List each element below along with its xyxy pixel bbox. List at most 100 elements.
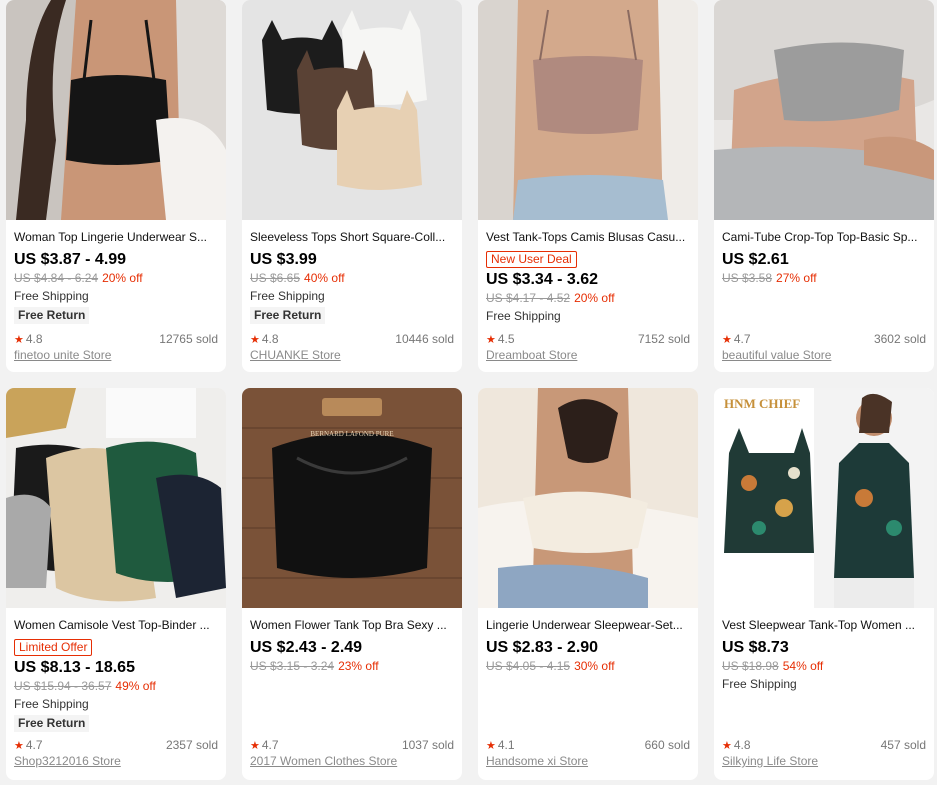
product-card[interactable]: Lingerie Underwear Sleepwear-Set... US $… <box>478 388 698 780</box>
store-link[interactable]: Silkying Life Store <box>722 754 818 768</box>
product-image[interactable] <box>6 0 226 220</box>
rating-value: 4.5 <box>497 332 515 346</box>
rating-value: 4.1 <box>497 738 515 752</box>
shipping-label: Free Shipping <box>14 289 89 303</box>
free-return-badge: Free Return <box>250 307 326 324</box>
rating-value: 4.8 <box>261 332 279 346</box>
product-card[interactable]: Vest Tank-Tops Camis Blusas Casu... New … <box>478 0 698 372</box>
original-price: US $4.84 - 6.24 <box>14 271 99 285</box>
product-card[interactable]: Sleeveless Tops Short Square-Coll... US … <box>242 0 462 372</box>
product-image[interactable] <box>478 0 698 220</box>
star-icon: ★ <box>486 740 496 752</box>
shipping-label: Free Shipping <box>722 677 797 691</box>
discount-label: 40% off <box>304 271 345 285</box>
shipping-label: Free Shipping <box>250 289 325 303</box>
product-price: US $2.43 - 2.49 <box>250 639 363 656</box>
product-price: US $8.73 <box>722 639 789 656</box>
star-icon: ★ <box>486 334 496 346</box>
store-link[interactable]: 2017 Women Clothes Store <box>250 754 397 768</box>
product-price: US $3.99 <box>250 251 317 268</box>
rating-row: ★ 4.8 10446 sold <box>250 332 454 346</box>
store-link[interactable]: CHUANKE Store <box>250 348 341 362</box>
rating-row: ★ 4.7 3602 sold <box>722 332 926 346</box>
store-link[interactable]: Shop3212016 Store <box>14 754 121 768</box>
rating-row: ★ 4.7 2357 sold <box>14 738 218 752</box>
sold-count: 660 sold <box>644 738 690 752</box>
product-title[interactable]: Vest Sleepwear Tank-Top Women ... <box>722 617 926 633</box>
discount-label: 20% off <box>102 271 143 285</box>
discount-label: 54% off <box>782 659 824 673</box>
product-image[interactable] <box>478 388 698 608</box>
product-image[interactable] <box>242 0 462 220</box>
product-image[interactable] <box>6 388 226 608</box>
star-icon: ★ <box>250 334 260 346</box>
original-price-row: US $4.84 - 6.24 20% off <box>14 270 218 287</box>
discount-label: 27% off <box>776 271 817 285</box>
discount-label: 23% off <box>338 659 379 673</box>
sold-count: 7152 sold <box>637 332 690 346</box>
product-card[interactable]: Woman Top Lingerie Underwear S... US $3.… <box>6 0 226 372</box>
rating-row: ★ 4.1 660 sold <box>486 738 690 752</box>
rating-value: 4.7 <box>261 738 279 752</box>
rating-row: ★ 4.8 12765 sold <box>14 332 218 346</box>
product-price: US $8.13 - 18.65 <box>14 659 135 676</box>
product-card[interactable]: Women Camisole Vest Top-Binder ... Limit… <box>6 388 226 780</box>
sold-count: 457 sold <box>880 738 926 752</box>
product-title[interactable]: Cami-Tube Crop-Top Top-Basic Sp... <box>722 229 926 245</box>
sold-count: 1037 sold <box>401 738 454 752</box>
product-title[interactable]: Woman Top Lingerie Underwear S... <box>14 229 218 245</box>
star-icon: ★ <box>722 740 732 752</box>
product-title[interactable]: Women Camisole Vest Top-Binder ... <box>14 617 218 633</box>
sold-count: 3602 sold <box>873 332 926 346</box>
product-price: US $3.87 - 4.99 <box>14 251 127 268</box>
original-price: US $18.98 <box>722 659 779 673</box>
original-price-row: US $3.58 27% off <box>722 270 926 287</box>
product-image[interactable]: BERNARD LAFOND PURE <box>242 388 462 608</box>
store-link[interactable]: Dreamboat Store <box>486 348 577 362</box>
product-title[interactable]: Sleeveless Tops Short Square-Coll... <box>250 229 454 245</box>
sold-count: 10446 sold <box>395 332 454 346</box>
shipping-label: Free Shipping <box>486 309 561 323</box>
product-title[interactable]: Lingerie Underwear Sleepwear-Set... <box>486 617 690 633</box>
promo-tag: New User Deal <box>486 251 577 268</box>
brand-logo: HNM CHIEF <box>724 396 800 411</box>
rating-value: 4.7 <box>25 738 43 752</box>
product-card[interactable]: BERNARD LAFOND PURE Women Flower Tank To… <box>242 388 462 780</box>
star-icon: ★ <box>14 740 24 752</box>
store-link[interactable]: beautiful value Store <box>722 348 831 362</box>
rating-row: ★ 4.8 457 sold <box>722 738 926 752</box>
original-price-row: US $18.98 54% off <box>722 658 926 675</box>
product-price: US $2.83 - 2.90 <box>486 639 599 656</box>
store-link[interactable]: Handsome xi Store <box>486 754 588 768</box>
product-price: US $2.61 <box>722 251 789 268</box>
original-price: US $4.17 - 4.52 <box>486 291 571 305</box>
star-icon: ★ <box>250 740 260 752</box>
shipping-label: Free Shipping <box>14 697 89 711</box>
free-return-badge: Free Return <box>14 307 90 324</box>
rating-value: 4.8 <box>733 738 751 752</box>
discount-label: 30% off <box>574 659 615 673</box>
original-price-row: US $3.15 - 3.24 23% off <box>250 658 454 675</box>
product-title[interactable]: Vest Tank-Tops Camis Blusas Casu... <box>486 229 690 245</box>
original-price: US $4.05 - 4.15 <box>486 659 571 673</box>
rating-row: ★ 4.5 7152 sold <box>486 332 690 346</box>
original-price-row: US $15.94 - 36.57 49% off <box>14 678 218 695</box>
product-price: US $3.34 - 3.62 <box>486 271 599 288</box>
original-price: US $6.65 <box>250 271 301 285</box>
rating-row: ★ 4.7 1037 sold <box>250 738 454 752</box>
product-title[interactable]: Women Flower Tank Top Bra Sexy ... <box>250 617 454 633</box>
original-price-row: US $4.17 - 4.52 20% off <box>486 290 690 307</box>
discount-label: 20% off <box>574 291 615 305</box>
sold-count: 12765 sold <box>159 332 218 346</box>
product-card[interactable]: Cami-Tube Crop-Top Top-Basic Sp... US $2… <box>714 0 934 372</box>
star-icon: ★ <box>14 334 24 346</box>
product-image[interactable] <box>714 0 934 220</box>
product-card[interactable]: HNM CHIEF Vest Sleepwear Tank-Top Women … <box>714 388 934 780</box>
original-price: US $3.15 - 3.24 <box>250 659 335 673</box>
original-price: US $15.94 - 36.57 <box>14 679 112 693</box>
product-image[interactable]: HNM CHIEF <box>714 388 934 608</box>
box-brand-text: BERNARD LAFOND PURE <box>310 430 393 438</box>
free-return-badge: Free Return <box>14 715 90 732</box>
star-icon: ★ <box>722 334 732 346</box>
store-link[interactable]: finetoo unite Store <box>14 348 111 362</box>
